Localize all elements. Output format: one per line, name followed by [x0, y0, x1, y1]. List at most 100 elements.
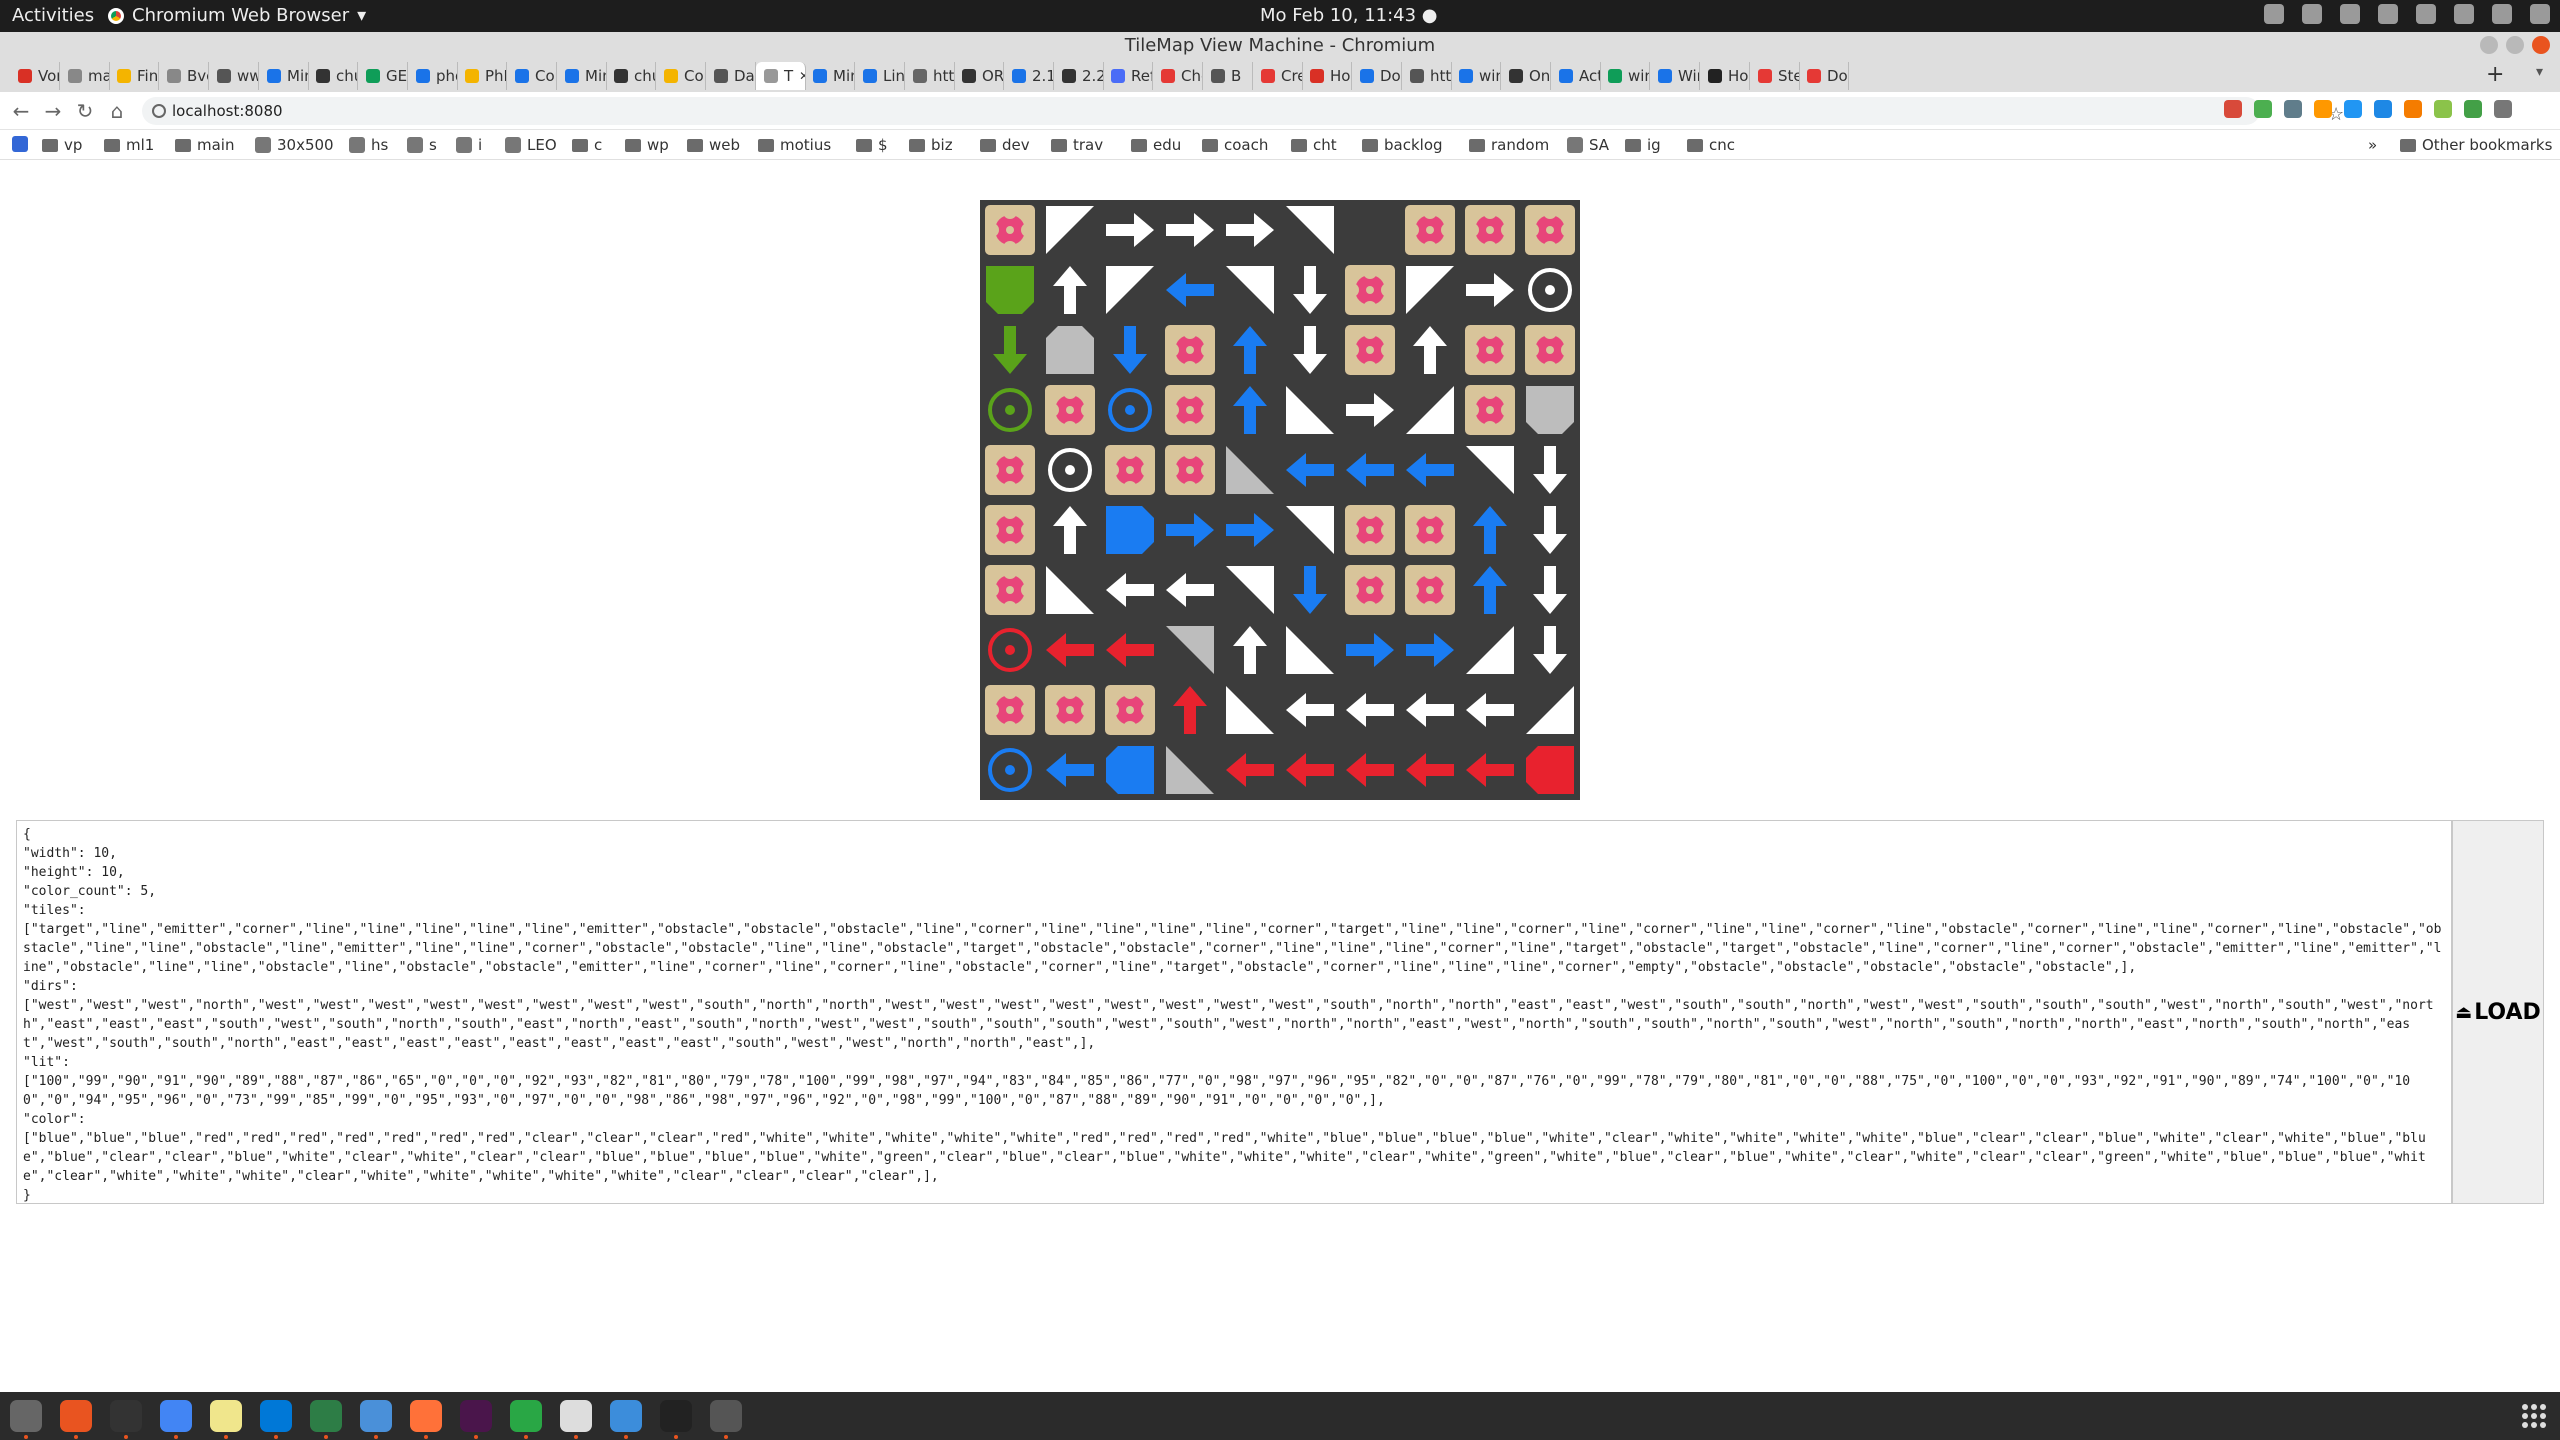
tile-target[interactable] — [1048, 448, 1092, 492]
tile-obstacle[interactable] — [1105, 685, 1155, 735]
clock[interactable]: Mo Feb 10, 11:43 ● — [1260, 5, 1438, 26]
browser-tab[interactable]: How — [1700, 62, 1750, 90]
menu-icon[interactable] — [2494, 100, 2512, 118]
tile-arrow[interactable] — [1166, 513, 1214, 547]
tile-arrow[interactable] — [1226, 513, 1274, 547]
settings-icon[interactable] — [710, 1400, 742, 1432]
bookmark-link[interactable]: 30x500 — [255, 136, 334, 154]
browser-tab[interactable]: Cre — [1253, 62, 1303, 90]
tile-arrow[interactable] — [1346, 753, 1394, 787]
browser-tab[interactable]: Dov — [1352, 62, 1402, 90]
tile-arrow[interactable] — [1346, 633, 1394, 667]
tile-arrow[interactable] — [1466, 693, 1514, 727]
bookmark-link[interactable]: i — [456, 136, 482, 154]
reload-button[interactable]: ↻ — [72, 98, 98, 124]
bookmark-folder[interactable]: coach — [1202, 136, 1268, 154]
tile-obstacle[interactable] — [1045, 385, 1095, 435]
tile-corner[interactable] — [1466, 446, 1514, 494]
browser-tab[interactable]: How — [1302, 62, 1352, 90]
browser-tab[interactable]: 2.2. — [1054, 62, 1104, 90]
minimize-button[interactable] — [2480, 36, 2498, 54]
bluetooth-icon[interactable] — [2264, 4, 2284, 24]
tile-obstacle[interactable] — [985, 445, 1035, 495]
maximize-button[interactable] — [2506, 36, 2524, 54]
tile-arrow[interactable] — [1413, 326, 1447, 374]
tile-obstacle[interactable] — [985, 565, 1035, 615]
browser-tab[interactable]: chu — [308, 62, 358, 90]
tile-arrow[interactable] — [993, 326, 1027, 374]
extension-icon[interactable] — [2374, 100, 2392, 118]
tile-arrow[interactable] — [1106, 213, 1154, 247]
browser-tab[interactable]: Vor — [10, 62, 60, 90]
tile-target[interactable] — [1108, 388, 1152, 432]
extension-icon[interactable] — [2434, 100, 2452, 118]
browser-tab[interactable]: mai — [60, 62, 110, 90]
files-icon[interactable] — [10, 1400, 42, 1432]
browser-tab[interactable]: Find — [109, 62, 159, 90]
tile-corner[interactable] — [1226, 446, 1274, 494]
tile-corner[interactable] — [1166, 626, 1214, 674]
tile-arrow[interactable] — [1226, 753, 1274, 787]
browser-tab[interactable]: http — [905, 62, 955, 90]
tile-corner[interactable] — [1226, 566, 1274, 614]
tile-arrow[interactable] — [1286, 753, 1334, 787]
bookmark-link[interactable]: s — [407, 136, 437, 154]
other-bookmarks-folder[interactable]: Other bookmarks — [2400, 136, 2552, 154]
tilemap-board[interactable] — [980, 200, 1580, 800]
rss-icon[interactable] — [2404, 100, 2422, 118]
extension-icon[interactable] — [2464, 100, 2482, 118]
browser-tab[interactable]: Min — [805, 62, 855, 90]
tile-arrow[interactable] — [1406, 753, 1454, 787]
show-applications-icon[interactable] — [2522, 1404, 2546, 1428]
extension-calendar-icon[interactable] — [2224, 100, 2242, 118]
bookmark-folder[interactable]: main — [175, 136, 234, 154]
bookmark-folder[interactable]: cht — [1291, 136, 1337, 154]
tile-obstacle[interactable] — [985, 685, 1035, 735]
tile-arrow[interactable] — [1106, 573, 1154, 607]
tile-obstacle[interactable] — [1345, 505, 1395, 555]
close-window-button[interactable] — [2532, 36, 2550, 54]
clipboard-icon[interactable] — [2378, 4, 2398, 24]
firefox-icon[interactable] — [410, 1400, 442, 1432]
browser-tab[interactable]: T✕ — [756, 62, 806, 90]
tile-obstacle[interactable] — [985, 205, 1035, 255]
tile-emitter[interactable] — [986, 266, 1034, 314]
help-icon[interactable] — [360, 1400, 392, 1432]
bookmark-folder[interactable]: random — [1469, 136, 1549, 154]
browser-tab[interactable]: win — [1451, 62, 1501, 90]
load-button[interactable]: ⏏ LOAD — [2452, 820, 2544, 1204]
bookmark-link[interactable]: LEO — [505, 136, 557, 154]
bookmark-folder[interactable]: cnc — [1687, 136, 1735, 154]
tile-arrow[interactable] — [1346, 693, 1394, 727]
tile-arrow[interactable] — [1233, 626, 1267, 674]
tilemap-svg[interactable] — [980, 200, 1580, 800]
browser-tab[interactable]: Line — [855, 62, 905, 90]
tile-arrow[interactable] — [1293, 566, 1327, 614]
tile-target[interactable] — [1528, 268, 1572, 312]
software-store-icon[interactable] — [60, 1400, 92, 1432]
tile-corner[interactable] — [1526, 686, 1574, 734]
activities-button[interactable]: Activities — [12, 5, 94, 26]
tile-corner[interactable] — [1226, 686, 1274, 734]
bookmark-folder[interactable]: backlog — [1362, 136, 1443, 154]
tile-obstacle[interactable] — [1165, 325, 1215, 375]
power-icon[interactable] — [2530, 4, 2550, 24]
notes-icon[interactable] — [210, 1400, 242, 1432]
bookmark-link[interactable]: SA — [1567, 136, 1609, 154]
forward-button[interactable]: → — [40, 98, 66, 124]
tab-search-icon[interactable]: ▾ — [2536, 64, 2543, 80]
tile-obstacle[interactable] — [1165, 445, 1215, 495]
tile-obstacle[interactable] — [1465, 205, 1515, 255]
bookmark-folder[interactable]: dev — [980, 136, 1030, 154]
tile-arrow[interactable] — [1406, 693, 1454, 727]
system-tray[interactable] — [2264, 4, 2550, 24]
tile-obstacle[interactable] — [1105, 445, 1155, 495]
browser-tab[interactable]: Con — [507, 62, 557, 90]
tile-arrow[interactable] — [1533, 446, 1567, 494]
tile-obstacle[interactable] — [1525, 325, 1575, 375]
tile-arrow[interactable] — [1053, 506, 1087, 554]
tile-arrow[interactable] — [1346, 393, 1394, 427]
tile-emitter[interactable] — [1046, 326, 1094, 374]
browser-tab[interactable]: 2.1. — [1004, 62, 1054, 90]
bookmark-link[interactable]: hs — [349, 136, 388, 154]
